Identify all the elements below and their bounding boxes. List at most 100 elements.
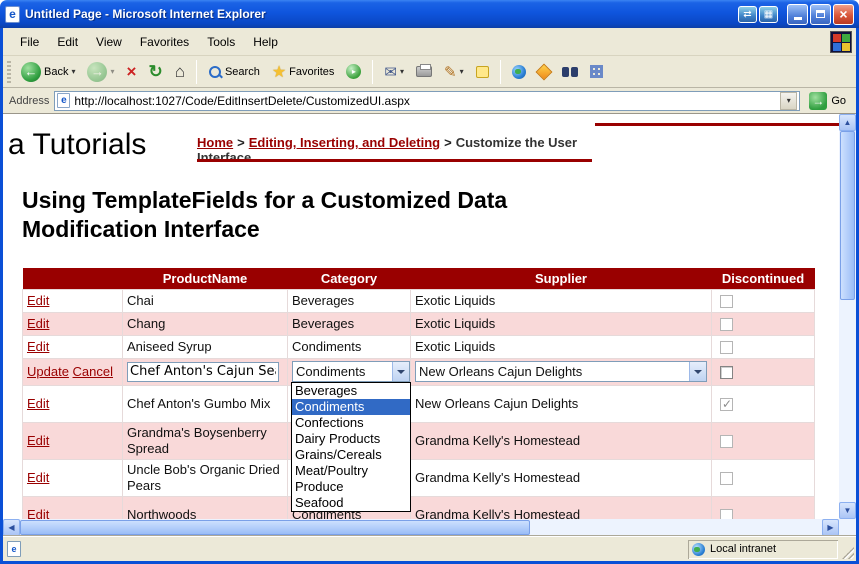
category-select[interactable]: Condiments	[292, 361, 410, 382]
edit-chevron-icon[interactable]: ▾	[460, 67, 464, 76]
home-icon: ⌂	[175, 62, 185, 82]
back-chevron-icon[interactable]: ▾	[71, 67, 75, 76]
search-icon	[208, 65, 222, 79]
edit-link[interactable]: Edit	[27, 339, 49, 354]
vertical-scrollbar-thumb[interactable]	[840, 131, 855, 300]
back-label: Back	[44, 66, 68, 78]
close-button[interactable]: ×	[833, 4, 854, 25]
vertical-scrollbar[interactable]: ▲ ▼	[839, 114, 856, 519]
extra-window-button-swap[interactable]: ⇄	[738, 6, 757, 23]
category-listbox: Beverages Condiments Confections Dairy P…	[291, 382, 411, 512]
menu-bar: File Edit View Favorites Tools Help	[3, 28, 856, 56]
minimize-button[interactable]	[787, 4, 808, 25]
toolbar-grip[interactable]	[7, 61, 11, 83]
menu-item-edit[interactable]: Edit	[48, 31, 87, 53]
grid-header-row: ProductName Category Supplier Discontinu…	[23, 268, 815, 289]
back-button[interactable]: ← Back ▾	[17, 60, 79, 84]
titlebar[interactable]: e Untitled Page - Microsoft Internet Exp…	[0, 0, 859, 28]
scroll-right-button[interactable]: ▶	[822, 519, 839, 536]
addon-button-1[interactable]	[508, 63, 530, 81]
edit-link[interactable]: Edit	[27, 507, 49, 519]
horizontal-scrollbar-thumb[interactable]	[20, 520, 530, 535]
extra-window-button-panel[interactable]: ▦	[759, 6, 778, 23]
edit-link[interactable]: Edit	[27, 293, 49, 308]
maximize-button[interactable]	[810, 4, 831, 25]
address-label: Address	[9, 95, 49, 107]
product-cell: Chai	[123, 289, 288, 312]
table-row: Edit Grandma's Boysenberry Spread Grandm…	[23, 422, 815, 459]
page-title: Using TemplateFields for a Customized Da…	[22, 186, 522, 244]
option-grains-cereals[interactable]: Grains/Cereals	[292, 447, 410, 463]
forward-icon: →	[87, 62, 107, 82]
option-confections[interactable]: Confections	[292, 415, 410, 431]
menu-item-file[interactable]: File	[11, 31, 48, 53]
address-input[interactable]: e http://localhost:1027/Code/EditInsertD…	[54, 91, 800, 111]
resize-grip[interactable]	[842, 547, 854, 559]
star-icon: ★	[272, 62, 286, 82]
edit-link[interactable]: Edit	[27, 396, 49, 411]
option-seafood[interactable]: Seafood	[292, 495, 410, 511]
header-action	[23, 268, 123, 289]
supplier-cell: Exotic Liquids	[411, 289, 712, 312]
update-link[interactable]: Update	[27, 364, 69, 379]
option-meat-poultry[interactable]: Meat/Poultry	[292, 463, 410, 479]
menu-item-tools[interactable]: Tools	[198, 31, 244, 53]
breadcrumb-section-link[interactable]: Editing, Inserting, and Deleting	[249, 135, 440, 150]
discuss-button[interactable]	[472, 64, 493, 80]
toolbar-separator	[372, 60, 373, 84]
globe-icon	[512, 65, 526, 79]
product-name-input[interactable]	[127, 362, 279, 382]
stop-button[interactable]: ×	[123, 61, 141, 82]
scroll-left-button[interactable]: ◀	[3, 519, 20, 536]
home-button[interactable]: ⌂	[171, 60, 189, 84]
option-produce[interactable]: Produce	[292, 479, 410, 495]
mail-chevron-icon[interactable]: ▾	[400, 67, 404, 76]
product-cell: Chang	[123, 312, 288, 335]
print-button[interactable]	[412, 64, 436, 79]
favorites-button[interactable]: ★ Favorites	[268, 60, 339, 84]
menu-item-favorites[interactable]: Favorites	[131, 31, 198, 53]
address-dropdown-button[interactable]: ▾	[780, 92, 797, 110]
page-content: a Tutorials Home>Editing, Inserting, and…	[3, 114, 839, 519]
discontinued-checkbox[interactable]	[720, 366, 733, 379]
forward-button[interactable]: → ▾	[83, 60, 118, 84]
edit-pencil-icon: ✎	[444, 63, 457, 81]
cancel-link[interactable]: Cancel	[73, 364, 113, 379]
scroll-down-button[interactable]: ▼	[839, 502, 856, 519]
mail-button[interactable]: ✉ ▾	[380, 61, 408, 83]
ie-app-icon: e	[5, 6, 20, 23]
toolbar-separator	[500, 60, 501, 84]
option-dairy-products[interactable]: Dairy Products	[292, 431, 410, 447]
refresh-button[interactable]: ↻	[144, 60, 166, 84]
addon-button-4[interactable]	[586, 63, 607, 80]
go-arrow-icon: →	[809, 92, 827, 110]
edit-link[interactable]: Edit	[27, 470, 49, 485]
select-chevron-icon[interactable]	[392, 362, 409, 381]
table-row: Edit Chang Beverages Exotic Liquids	[23, 312, 815, 335]
edit-link[interactable]: Edit	[27, 433, 49, 448]
option-condiments[interactable]: Condiments	[292, 399, 410, 415]
horizontal-scrollbar[interactable]: ◀ ▶	[3, 519, 839, 536]
header-supplier: Supplier	[411, 268, 712, 289]
breadcrumb-home-link[interactable]: Home	[197, 135, 233, 150]
table-row: Edit Uncle Bob's Organic Dried Pears Gra…	[23, 459, 815, 496]
edit-link[interactable]: Edit	[27, 316, 49, 331]
addon-button-3[interactable]	[558, 65, 582, 79]
category-cell: Beverages	[288, 312, 411, 335]
edit-button[interactable]: ✎ ▾	[440, 61, 468, 83]
table-row: Edit Aniseed Syrup Condiments Exotic Liq…	[23, 335, 815, 358]
address-url[interactable]: http://localhost:1027/Code/EditInsertDel…	[74, 94, 780, 108]
search-button[interactable]: Search	[204, 63, 264, 81]
go-button[interactable]: → Go	[805, 91, 850, 111]
mail-icon: ✉	[384, 63, 397, 81]
menu-item-view[interactable]: View	[87, 31, 131, 53]
supplier-select[interactable]: New Orleans Cajun Delights	[415, 361, 707, 382]
menu-item-help[interactable]: Help	[244, 31, 287, 53]
media-button[interactable]: ▸	[342, 62, 365, 81]
select-chevron-icon[interactable]	[689, 362, 706, 381]
header-discontinued: Discontinued	[712, 268, 815, 289]
scroll-up-button[interactable]: ▲	[839, 114, 856, 131]
option-beverages[interactable]: Beverages	[292, 383, 410, 399]
go-label: Go	[831, 95, 846, 107]
addon-button-2[interactable]	[534, 64, 554, 80]
